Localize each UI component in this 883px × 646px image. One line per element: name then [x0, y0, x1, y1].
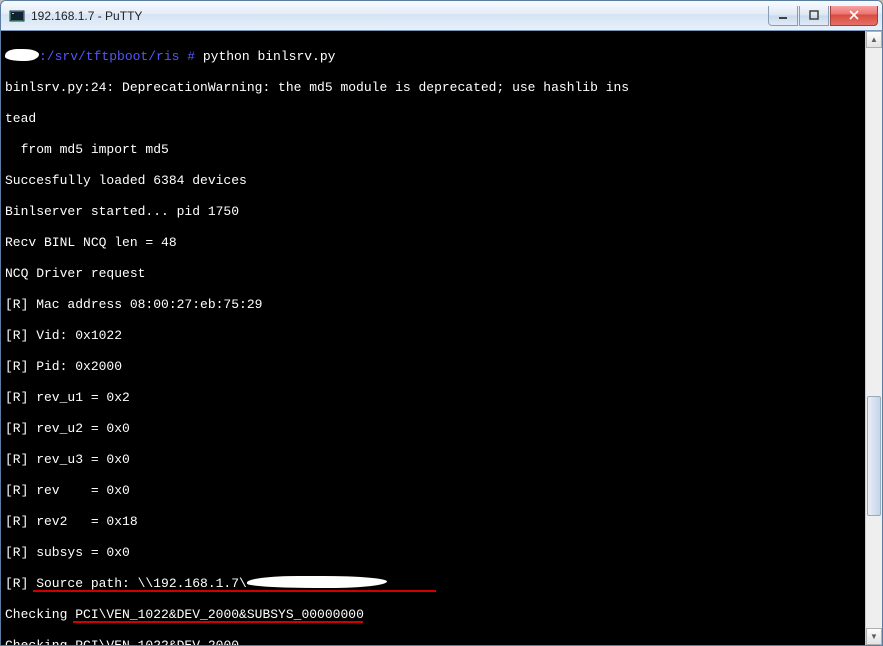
- output-line: [R] Mac address 08:00:27:eb:75:29: [5, 297, 865, 313]
- output-line: Succesfully loaded 6384 devices: [5, 173, 865, 189]
- scroll-thumb[interactable]: [867, 396, 881, 516]
- output-line: NCQ Driver request: [5, 266, 865, 282]
- output-line: Checking PCI\VEN_1022&DEV_2000&SUBSYS_00…: [5, 607, 865, 623]
- output-line: Checking PCI\VEN_1022&DEV_2000: [5, 638, 865, 646]
- redaction-smudge: [5, 49, 39, 61]
- close-button[interactable]: [830, 6, 878, 26]
- red-underline: [73, 621, 363, 623]
- terminal[interactable]: :/srv/tftpboot/ris # python binlsrv.py b…: [1, 31, 865, 645]
- scroll-down-button[interactable]: ▼: [866, 628, 882, 645]
- client-area: :/srv/tftpboot/ris # python binlsrv.py b…: [1, 31, 882, 645]
- output-line: Recv BINL NCQ len = 48: [5, 235, 865, 251]
- window-controls: [768, 6, 878, 26]
- minimize-button[interactable]: [768, 6, 798, 26]
- prompt-line: :/srv/tftpboot/ris # python binlsrv.py: [5, 49, 865, 65]
- redaction-smudge: [247, 576, 387, 588]
- output-line: [R] rev2 = 0x18: [5, 514, 865, 530]
- output-line: [R] Source path: \\192.168.1.7\: [5, 576, 865, 592]
- output-line: tead: [5, 111, 865, 127]
- putty-window: 192.168.1.7 - PuTTY :/srv/tftpboot/ris #…: [0, 0, 883, 646]
- titlebar[interactable]: 192.168.1.7 - PuTTY: [1, 1, 882, 31]
- output-line: [R] rev_u2 = 0x0: [5, 421, 865, 437]
- putty-icon: [9, 8, 25, 24]
- output-line: [R] rev_u1 = 0x2: [5, 390, 865, 406]
- maximize-button[interactable]: [799, 6, 829, 26]
- red-underline: [33, 590, 436, 592]
- output-line: [R] rev_u3 = 0x0: [5, 452, 865, 468]
- scrollbar[interactable]: ▲ ▼: [865, 31, 882, 645]
- output-line: [R] Vid: 0x1022: [5, 328, 865, 344]
- window-title: 192.168.1.7 - PuTTY: [31, 9, 768, 23]
- output-line: binlsrv.py:24: DeprecationWarning: the m…: [5, 80, 865, 96]
- scroll-up-button[interactable]: ▲: [866, 31, 882, 48]
- output-line: from md5 import md5: [5, 142, 865, 158]
- output-line: [R] Pid: 0x2000: [5, 359, 865, 375]
- scroll-track[interactable]: [866, 48, 882, 628]
- output-line: Binlserver started... pid 1750: [5, 204, 865, 220]
- output-line: [R] subsys = 0x0: [5, 545, 865, 561]
- output-line: [R] rev = 0x0: [5, 483, 865, 499]
